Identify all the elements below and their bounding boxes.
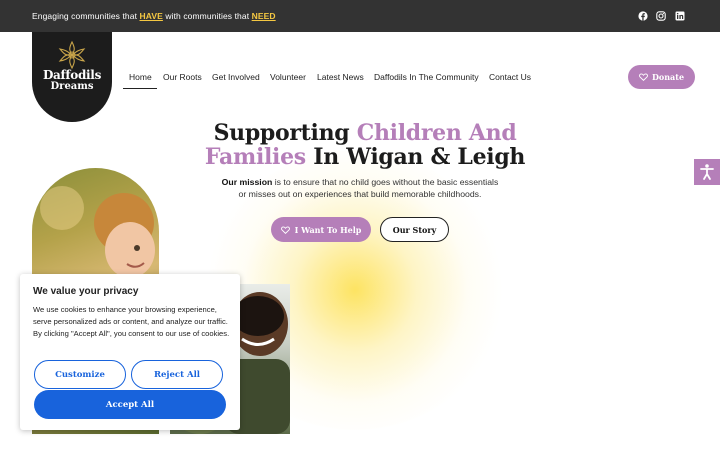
mission-line: is to ensure that no child goes without … — [272, 177, 499, 187]
tagline-need-link[interactable]: NEED — [252, 11, 276, 21]
tagline: Engaging communities that HAVE with comm… — [32, 11, 276, 21]
accessibility-icon — [700, 164, 714, 180]
heart-icon — [280, 225, 290, 234]
help-label: I Want To Help — [294, 224, 362, 235]
linkedin-icon[interactable] — [674, 10, 686, 22]
logo-line-1: Daffodils — [42, 68, 102, 82]
top-bar: Engaging communities that HAVE with comm… — [0, 0, 720, 32]
reject-all-button[interactable]: Reject All — [131, 360, 223, 389]
hero-title-part: Families — [204, 144, 306, 170]
our-story-button[interactable]: Our Story — [380, 217, 449, 242]
tagline-text: with communities that — [162, 11, 252, 21]
i-want-to-help-button[interactable]: I Want To Help — [271, 217, 371, 242]
nav-item-contact-us[interactable]: Contact Us — [489, 72, 531, 82]
instagram-icon[interactable] — [655, 10, 667, 22]
tagline-have-link[interactable]: HAVE — [140, 11, 163, 21]
facebook-icon[interactable] — [637, 10, 649, 22]
customize-button[interactable]: Customize — [34, 360, 126, 389]
daffodil-icon — [58, 40, 86, 70]
donate-button[interactable]: Donate — [628, 65, 695, 89]
nav-item-our-roots[interactable]: Our Roots — [163, 72, 202, 82]
hero-title: Supporting Children And Families In Wiga… — [160, 121, 570, 169]
mission-line: or misses out on experiences that build … — [238, 189, 482, 199]
accessibility-button[interactable] — [694, 159, 720, 185]
donate-label: Donate — [651, 72, 685, 82]
cookie-title: We value your privacy — [33, 286, 139, 297]
hero-title-part: In Wigan & Leigh — [305, 144, 526, 170]
logo-line-2: Dreams — [50, 81, 94, 92]
accept-all-button[interactable]: Accept All — [34, 390, 226, 419]
nav-item-latest-news[interactable]: Latest News — [317, 72, 364, 82]
mission-label: Our mission — [221, 177, 273, 187]
nav-active-indicator — [123, 88, 157, 89]
tagline-text: Engaging communities that — [32, 11, 140, 21]
nav-item-volunteer[interactable]: Volunteer — [270, 72, 306, 82]
cookie-body: We use cookies to enhance your browsing … — [33, 305, 230, 338]
nav-item-get-involved[interactable]: Get Involved — [212, 72, 260, 82]
nav-item-home[interactable]: Home — [129, 72, 152, 82]
hero-title-part: Children And — [356, 120, 517, 146]
site-logo[interactable]: Daffodils Dreams — [32, 32, 112, 122]
hero-title-part: Supporting — [213, 120, 357, 146]
heart-icon — [639, 73, 648, 81]
nav-item-community[interactable]: Daffodils In The Community — [374, 72, 479, 82]
mission-text: Our mission is to ensure that no child g… — [180, 176, 540, 200]
